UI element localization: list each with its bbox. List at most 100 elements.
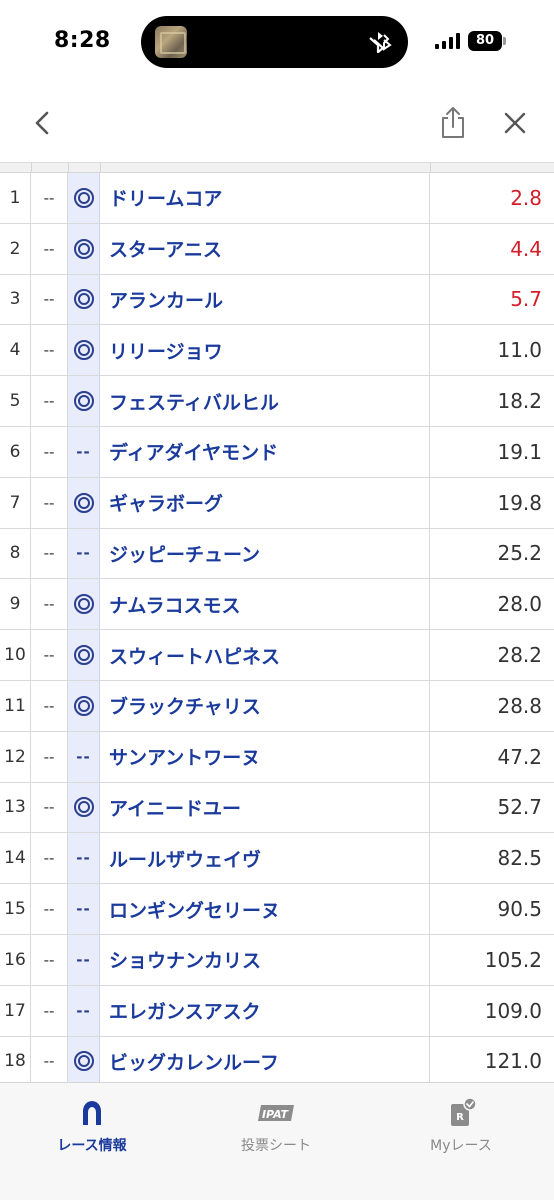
prediction-mark-cell[interactable] xyxy=(68,782,100,833)
dynamic-island[interactable] xyxy=(141,16,408,68)
double-circle-icon xyxy=(73,289,94,310)
table-row[interactable]: 11 -- ブラックチャリス 28.8 xyxy=(0,680,554,732)
table-row[interactable]: 4 -- リリージョワ 11.0 xyxy=(0,325,554,377)
table-row[interactable]: 13 -- アイニードユー 52.7 xyxy=(0,782,554,834)
horse-name-link[interactable]: ディアダイヤモンド xyxy=(100,426,430,477)
horse-name-link[interactable]: スターアニス xyxy=(100,223,430,274)
odds-value: 82.5 xyxy=(497,846,542,871)
odds-value: 28.8 xyxy=(497,693,542,718)
prediction-mark-cell[interactable] xyxy=(68,325,100,376)
horse-name-link[interactable]: ロンギングセリーヌ xyxy=(100,884,430,934)
tab-race-info-label: レース情報 xyxy=(57,1138,127,1154)
table-row[interactable]: 5 -- フェスティバルヒル 18.2 xyxy=(0,376,554,427)
horse-number: 1 xyxy=(0,173,31,223)
horse-name-link[interactable]: ナムラコスモス xyxy=(100,579,430,630)
no-mark-dash: -- xyxy=(76,747,91,766)
table-row[interactable]: 9 -- ナムラコスモス 28.0 xyxy=(0,579,554,631)
horse-number: 11 xyxy=(0,680,31,731)
tab-bar: レース情報 IPAT 投票シート R Myレース xyxy=(0,1082,554,1200)
previous-mark: -- xyxy=(31,985,68,1036)
table-row[interactable]: 1 -- ドリームコア 2.8 xyxy=(0,173,554,224)
horse-name-link[interactable]: サンアントワーヌ xyxy=(100,731,430,782)
table-row[interactable]: 10 -- スウィートハピネス 28.2 xyxy=(0,630,554,681)
tab-race-info[interactable]: レース情報 xyxy=(12,1095,172,1155)
odds-value: 11.0 xyxy=(497,338,542,363)
previous-mark: -- xyxy=(31,426,68,477)
table-row[interactable]: 6 -- -- ディアダイヤモンド 19.1 xyxy=(0,426,554,478)
table-row[interactable]: 8 -- -- ジッピーチューン 25.2 xyxy=(0,528,554,580)
double-circle-icon xyxy=(73,391,94,412)
prediction-mark-cell[interactable] xyxy=(68,223,100,274)
nav-bar xyxy=(0,86,554,162)
close-icon[interactable] xyxy=(500,108,530,138)
horse-number: 10 xyxy=(0,630,31,680)
table-row[interactable]: 17 -- -- エレガンスアスク 109.0 xyxy=(0,985,554,1037)
previous-mark: -- xyxy=(31,884,68,934)
table-row[interactable]: 18 -- ビッグカレンルーフ 121.0 xyxy=(0,1036,554,1082)
table-row[interactable]: 3 -- アランカール 5.7 xyxy=(0,274,554,326)
prediction-mark-cell[interactable] xyxy=(68,477,100,528)
prediction-mark-cell[interactable] xyxy=(68,1036,100,1082)
prediction-mark-cell[interactable]: -- xyxy=(68,934,100,985)
prediction-mark-cell[interactable]: -- xyxy=(68,426,100,477)
horse-number: 4 xyxy=(0,325,31,376)
previous-mark: -- xyxy=(31,630,68,680)
my-race-icon: R xyxy=(451,1097,477,1126)
horse-name-link[interactable]: アイニードユー xyxy=(100,782,430,833)
share-icon[interactable] xyxy=(438,106,468,140)
horse-number: 7 xyxy=(0,477,31,528)
horse-name-link[interactable]: ブラックチャリス xyxy=(100,680,430,731)
horse-name-link[interactable]: ドリームコア xyxy=(100,173,430,223)
table-row[interactable]: 2 -- スターアニス 4.4 xyxy=(0,223,554,275)
table-row[interactable]: 14 -- -- ルールザウェイヴ 82.5 xyxy=(0,833,554,885)
odds-value: 109.0 xyxy=(484,998,542,1023)
horse-number: 17 xyxy=(0,985,31,1036)
no-mark-dash: -- xyxy=(76,442,91,461)
prediction-mark-cell[interactable]: -- xyxy=(68,985,100,1036)
double-circle-icon xyxy=(73,695,94,716)
horse-name-link[interactable]: ジッピーチューン xyxy=(100,528,430,579)
horse-name-link[interactable]: フェスティバルヒル xyxy=(100,376,430,426)
double-circle-icon xyxy=(73,797,94,818)
bluetooth-icon xyxy=(369,32,392,54)
table-row[interactable]: 12 -- -- サンアントワーヌ 47.2 xyxy=(0,731,554,783)
horse-name-link[interactable]: ショウナンカリス xyxy=(100,934,430,985)
horse-odds-table: 1 -- ドリームコア 2.8 2 -- スターアニス 4.4 3 -- アランカール 5.7 4 -- リ… xyxy=(0,162,554,1082)
previous-mark: -- xyxy=(31,223,68,274)
odds-value: 25.2 xyxy=(497,541,542,566)
prediction-mark-cell[interactable]: -- xyxy=(68,528,100,579)
horse-name-link[interactable]: スウィートハピネス xyxy=(100,630,430,680)
prediction-mark-cell[interactable]: -- xyxy=(68,884,100,934)
double-circle-icon xyxy=(73,238,94,259)
svg-text:IPAT: IPAT xyxy=(262,1108,290,1121)
prediction-mark-cell[interactable] xyxy=(68,376,100,426)
table-row[interactable]: 15 -- -- ロンギングセリーヌ 90.5 xyxy=(0,884,554,935)
table-row[interactable]: 16 -- -- ショウナンカリス 105.2 xyxy=(0,934,554,986)
no-mark-dash: -- xyxy=(76,950,91,969)
prediction-mark-cell[interactable] xyxy=(68,630,100,680)
prediction-mark-cell[interactable] xyxy=(68,579,100,630)
prediction-mark-cell[interactable] xyxy=(68,173,100,223)
odds-value: 52.7 xyxy=(497,795,542,820)
battery-icon: 80 xyxy=(468,31,508,51)
prediction-mark-cell[interactable] xyxy=(68,680,100,731)
horse-number: 6 xyxy=(0,426,31,477)
no-mark-dash: -- xyxy=(76,900,91,919)
odds-value: 19.8 xyxy=(497,490,542,515)
double-circle-icon xyxy=(73,187,94,208)
media-thumbnail-icon[interactable] xyxy=(155,26,187,58)
prediction-mark-cell[interactable]: -- xyxy=(68,833,100,884)
table-row[interactable]: 7 -- ギャラボーグ 19.8 xyxy=(0,477,554,529)
horse-name-link[interactable]: ルールザウェイヴ xyxy=(100,833,430,884)
horse-name-link[interactable]: エレガンスアスク xyxy=(100,985,430,1036)
prediction-mark-cell[interactable] xyxy=(68,274,100,325)
horse-name-link[interactable]: ギャラボーグ xyxy=(100,477,430,528)
tab-my-race[interactable]: R Myレース xyxy=(381,1095,541,1155)
horse-name-link[interactable]: ビッグカレンルーフ xyxy=(100,1036,430,1082)
prediction-mark-cell[interactable]: -- xyxy=(68,731,100,782)
tab-voting-sheet[interactable]: IPAT 投票シート xyxy=(196,1095,356,1155)
chevron-left-icon[interactable] xyxy=(28,108,58,138)
previous-mark: -- xyxy=(31,731,68,782)
horse-name-link[interactable]: アランカール xyxy=(100,274,430,325)
horse-name-link[interactable]: リリージョワ xyxy=(100,325,430,376)
